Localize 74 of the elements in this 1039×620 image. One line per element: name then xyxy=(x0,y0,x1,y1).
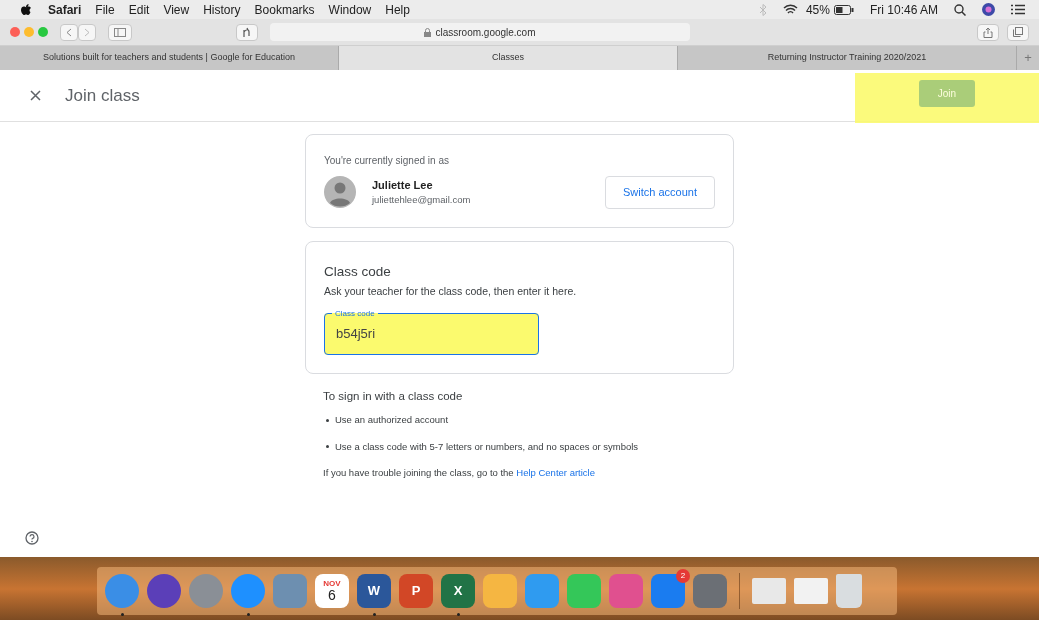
app-icon[interactable] xyxy=(693,574,727,608)
tabs-button[interactable] xyxy=(1007,23,1029,41)
app-icon[interactable]: X xyxy=(441,574,475,608)
zoom-button[interactable] xyxy=(38,27,48,37)
share-icon xyxy=(983,26,993,38)
document-icon[interactable] xyxy=(752,578,786,604)
close-button[interactable] xyxy=(10,27,20,37)
field-value: b54j5ri xyxy=(336,325,376,341)
back-icon xyxy=(66,27,72,37)
forward-button[interactable] xyxy=(78,23,96,41)
close-icon[interactable] xyxy=(30,90,41,101)
siri-icon[interactable] xyxy=(982,3,995,16)
app-icon[interactable] xyxy=(231,574,265,608)
instruction-text: Ask your teacher for the class code, then enter it here. xyxy=(324,283,578,299)
bullet-text: Use a class code with 5-7 letters or numbers, and no spaces or symbols xyxy=(335,439,639,454)
clock[interactable]: Fri 10:46 AM xyxy=(869,0,938,19)
menu-item[interactable]: History xyxy=(203,0,241,19)
sidebar-icon xyxy=(114,27,126,37)
app-icon[interactable] xyxy=(189,574,223,608)
calendar-day: 6 xyxy=(328,588,336,603)
search-icon[interactable] xyxy=(954,3,966,16)
calendar-icon[interactable]: NOV 6 xyxy=(315,574,349,608)
calendar-month: NOV xyxy=(323,579,341,588)
switch-account-button[interactable]: Switch account xyxy=(605,176,715,209)
menu-item[interactable]: View xyxy=(163,0,190,19)
app-icon[interactable] xyxy=(105,574,139,608)
menu-item[interactable]: File xyxy=(95,0,115,19)
app-icon[interactable] xyxy=(483,574,517,608)
trash-icon[interactable] xyxy=(836,574,862,608)
avatar-icon xyxy=(324,176,356,209)
browser-tab[interactable]: Returning Instructor Training 2020/2021 xyxy=(678,46,1017,70)
user-email: juliettehlee@gmail.com xyxy=(372,193,472,208)
bullet-icon xyxy=(326,445,329,449)
share-button[interactable] xyxy=(977,23,999,41)
bluetooth-icon[interactable] xyxy=(758,3,767,16)
notification-badge: 2 xyxy=(676,569,690,583)
card-title: Class code xyxy=(324,262,392,281)
bullet-icon xyxy=(326,418,329,422)
sidebar-button[interactable] xyxy=(108,23,132,41)
url-text: classroom.google.com xyxy=(435,25,536,40)
address-bar[interactable]: classroom.google.com xyxy=(270,23,690,41)
forward-icon xyxy=(84,27,90,37)
menu-item[interactable]: Help xyxy=(385,0,410,19)
app-icon[interactable] xyxy=(609,574,643,608)
battery-percent: 45% xyxy=(805,1,830,19)
lock-icon xyxy=(424,27,432,37)
app-icon[interactable]: W xyxy=(357,574,391,608)
menu-item[interactable]: Bookmarks xyxy=(254,0,315,19)
help-text: If you have trouble joining the class, go to the Help Center article xyxy=(323,465,596,480)
menu-item[interactable]: Edit xyxy=(128,0,150,19)
help-icon[interactable] xyxy=(25,531,39,545)
tabs-icon xyxy=(1013,27,1023,37)
minimize-button[interactable] xyxy=(24,27,34,37)
browser-tab[interactable]: Classes xyxy=(339,46,678,70)
list-icon[interactable] xyxy=(1011,4,1025,15)
page-title: Join class xyxy=(65,84,140,107)
document-icon[interactable] xyxy=(794,578,828,604)
battery-icon[interactable] xyxy=(833,4,854,15)
wifi-icon[interactable] xyxy=(782,4,798,15)
app-icon[interactable] xyxy=(147,574,181,608)
instructions-title: To sign in with a class code xyxy=(323,389,464,404)
menu-item[interactable]: Window xyxy=(328,0,372,19)
user-name: Juliette Lee xyxy=(372,177,434,193)
help-center-link[interactable]: Help Center article xyxy=(516,466,595,478)
app-icon[interactable] xyxy=(273,574,307,608)
app-icon[interactable] xyxy=(651,574,685,608)
apple-icon[interactable] xyxy=(20,3,32,16)
signed-in-caption: You're currently signed in as xyxy=(324,154,450,168)
app-icon[interactable]: P xyxy=(399,574,433,608)
back-button[interactable] xyxy=(60,23,78,41)
bullet-text: Use an authorized account xyxy=(335,413,449,428)
app-icon[interactable] xyxy=(567,574,601,608)
extension-button[interactable] xyxy=(236,23,258,41)
app-menu[interactable]: Safari xyxy=(48,0,82,19)
